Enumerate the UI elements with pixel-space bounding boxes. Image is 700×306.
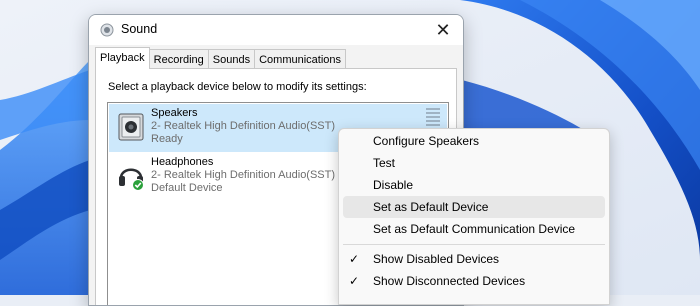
menu-item-label: Show Disabled Devices: [373, 252, 500, 266]
menu-item-label: Set as Default Device: [373, 200, 489, 214]
close-icon: ✕: [435, 19, 451, 40]
speaker-icon: [118, 113, 144, 141]
device-status: Ready: [151, 133, 183, 145]
menu-item-label: Set as Default Communication Device: [373, 222, 576, 236]
title-bar[interactable]: Sound ✕: [89, 15, 463, 45]
menu-item-set-default-communication-device[interactable]: Set as Default Communication Device: [343, 218, 605, 240]
checkmark-icon: ✓: [349, 274, 360, 288]
tab-communications[interactable]: Communications: [254, 49, 347, 69]
device-description: 2- Realtek High Definition Audio(SST): [151, 169, 336, 181]
menu-item-set-default-device[interactable]: Set as Default Device: [343, 196, 605, 218]
menu-item-label: Configure Speakers: [373, 134, 480, 148]
menu-separator: [343, 244, 605, 245]
device-name: Headphones: [151, 156, 214, 168]
menu-item-label: Test: [373, 156, 396, 170]
checkmark-icon: ✓: [349, 252, 360, 266]
device-status: Default Device: [151, 182, 223, 194]
menu-item-label: Show Disconnected Devices: [373, 274, 526, 288]
context-menu: Configure Speakers Test Disable Set as D…: [338, 128, 610, 305]
tab-sounds[interactable]: Sounds: [207, 49, 256, 69]
menu-item-show-disconnected-devices[interactable]: ✓ Show Disconnected Devices: [343, 270, 605, 292]
device-description: 2- Realtek High Definition Audio(SST): [151, 120, 336, 132]
menu-item-disable[interactable]: Disable: [343, 174, 605, 196]
menu-item-configure-speakers[interactable]: Configure Speakers: [343, 130, 605, 152]
tab-playback[interactable]: Playback: [95, 47, 150, 69]
menu-item-test[interactable]: Test: [343, 152, 605, 174]
window-title: Sound: [121, 22, 158, 36]
menu-item-label: Disable: [373, 178, 414, 192]
device-name: Speakers: [151, 107, 198, 119]
instruction-text: Select a playback device below to modify…: [108, 81, 367, 93]
headphones-icon: [119, 168, 144, 191]
tab-strip: Playback Recording Sounds Communications: [95, 47, 347, 69]
tab-recording[interactable]: Recording: [148, 49, 209, 69]
menu-item-show-disabled-devices[interactable]: ✓ Show Disabled Devices: [343, 248, 605, 270]
sound-app-icon: [100, 23, 114, 37]
close-button[interactable]: ✕: [423, 15, 463, 45]
